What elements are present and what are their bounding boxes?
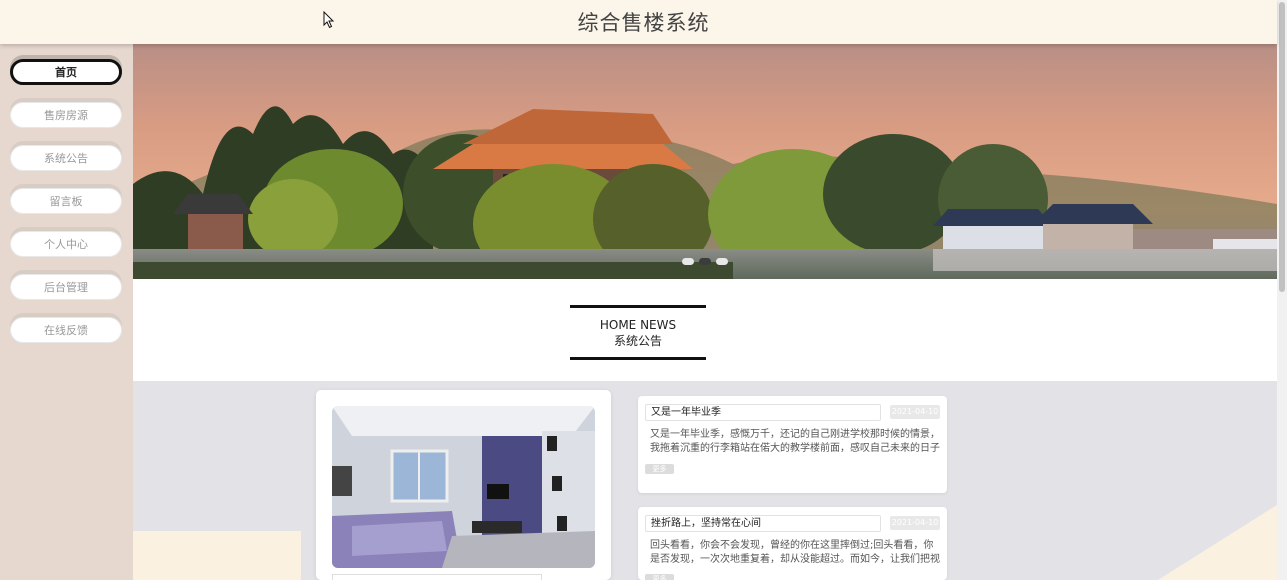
news-heading-cn: 系统公告 <box>613 334 662 348</box>
app-header: 综合售楼系统 <box>0 0 1277 44</box>
news-item-title[interactable]: 挫折路上，坚持常在心间 <box>645 515 881 532</box>
sidebar-item-listings[interactable]: 售房房源 <box>10 102 122 128</box>
news-item-summary: 又是一年毕业季，感慨万千，还记的自己刚进学校那时候的情景，我拖着沉重的行李箱站在… <box>650 429 940 454</box>
sidebar-item-admin[interactable]: 后台管理 <box>10 274 122 300</box>
news-item-date: 2021-04-10 <box>890 405 940 419</box>
carousel-indicators <box>682 258 728 265</box>
sidebar-item-label: 首页 <box>55 66 77 79</box>
sidebar-item-label: 后台管理 <box>44 281 88 294</box>
sidebar-item-label: 系统公告 <box>44 152 88 165</box>
news-section-heading: HOME NEWS 系统公告 <box>570 305 706 360</box>
news-item[interactable]: 又是一年毕业季 2021-04-10 又是一年毕业季，感慨万千，还记的自己刚进学… <box>638 396 947 493</box>
page-scrollbar[interactable] <box>1277 0 1287 580</box>
news-item-title[interactable]: 又是一年毕业季 <box>645 404 881 421</box>
sidebar-item-profile[interactable]: 个人中心 <box>10 231 122 257</box>
news-more-button[interactable]: 更多 <box>645 464 674 474</box>
news-item-summary: 回头看看，你会不会发现，曾经的你在这里摔倒过;回头看看，你是否发现，一次次地重复… <box>650 540 940 565</box>
sidebar-item-label: 售房房源 <box>44 109 88 122</box>
sidebar-item-feedback[interactable]: 在线反馈 <box>10 317 122 343</box>
decorative-block <box>133 531 301 580</box>
news-item[interactable]: 挫折路上，坚持常在心间 2021-04-10 回头看看，你会不会发现，曾经的你在… <box>638 507 947 580</box>
sidebar-item-message-board[interactable]: 留言板 <box>10 188 122 214</box>
sidebar-item-home[interactable]: 首页 <box>10 59 122 85</box>
banner-landscape-image <box>133 44 1277 279</box>
sidebar-item-announcements[interactable]: 系统公告 <box>10 145 122 171</box>
page-title: 综合售楼系统 <box>577 11 710 35</box>
news-heading-en: HOME NEWS <box>599 318 677 332</box>
banner-carousel[interactable] <box>133 44 1277 279</box>
carousel-dot-active[interactable] <box>699 258 711 265</box>
scrollbar-thumb[interactable] <box>1279 2 1285 292</box>
featured-news-image[interactable] <box>332 406 595 568</box>
carousel-dot[interactable] <box>716 258 728 265</box>
news-item-date: 2021-04-10 <box>890 516 940 530</box>
carousel-dot[interactable] <box>682 258 694 265</box>
sidebar-item-label: 留言板 <box>49 195 83 208</box>
sidebar-nav: 首页 售房房源 系统公告 留言板 个人中心 后台管理 在线反馈 <box>0 44 133 580</box>
sidebar-item-label: 个人中心 <box>44 238 88 251</box>
featured-news-title[interactable] <box>332 574 542 580</box>
featured-news-card[interactable] <box>316 390 611 580</box>
news-more-button[interactable]: 更多 <box>645 574 674 580</box>
sidebar-item-label: 在线反馈 <box>44 324 88 337</box>
